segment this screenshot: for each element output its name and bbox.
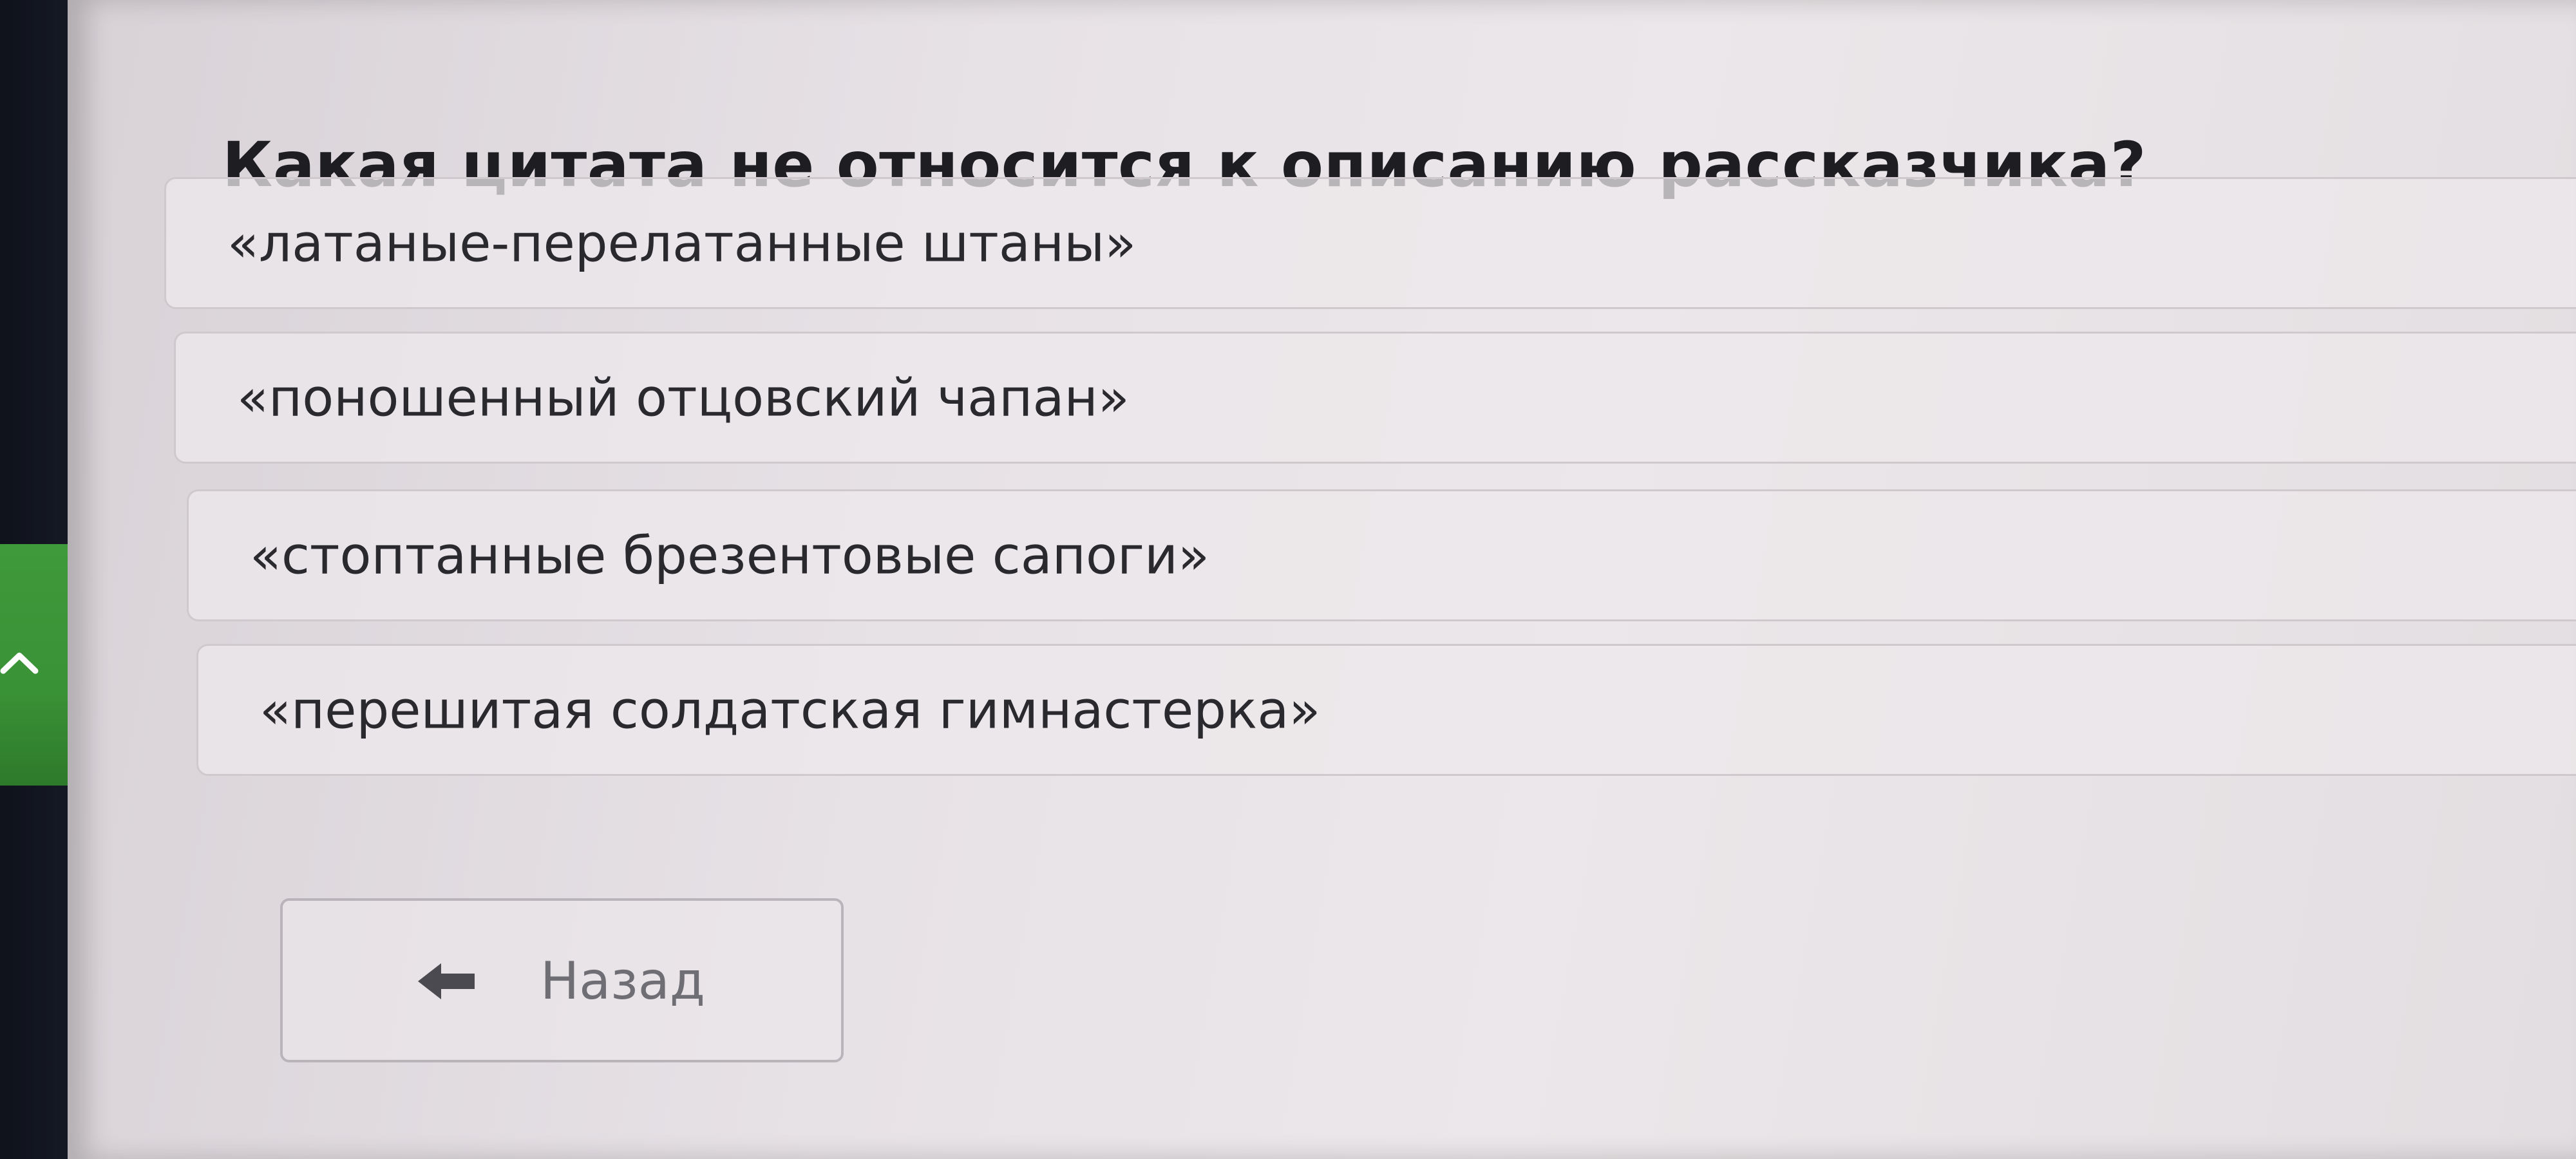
chevron-up-icon[interactable] — [0, 644, 39, 683]
answer-option-label: «поношенный отцовский чапан» — [237, 368, 1130, 428]
answer-option-2[interactable]: «поношенный отцовский чапан» — [174, 332, 2576, 464]
answer-option-4[interactable]: «перешитая солдатская гимнастерка» — [196, 644, 2576, 776]
answer-option-1[interactable]: «латаные-перелатанные штаны» — [164, 177, 2576, 309]
back-button-label: Назад — [540, 951, 706, 1011]
answer-option-label: «латаные-перелатанные штаны» — [227, 213, 1137, 273]
quiz-panel: Какая цитата не относится к описанию рас… — [68, 0, 2576, 1159]
answer-option-label: «стоптанные брезентовые сапоги» — [250, 525, 1209, 585]
answer-option-3[interactable]: «стоптанные брезентовые сапоги» — [187, 489, 2576, 621]
answer-option-label: «перешитая солдатская гимнастерка» — [260, 680, 1321, 740]
arrow-left-icon — [418, 962, 476, 1001]
back-button[interactable]: Назад — [280, 898, 844, 1062]
